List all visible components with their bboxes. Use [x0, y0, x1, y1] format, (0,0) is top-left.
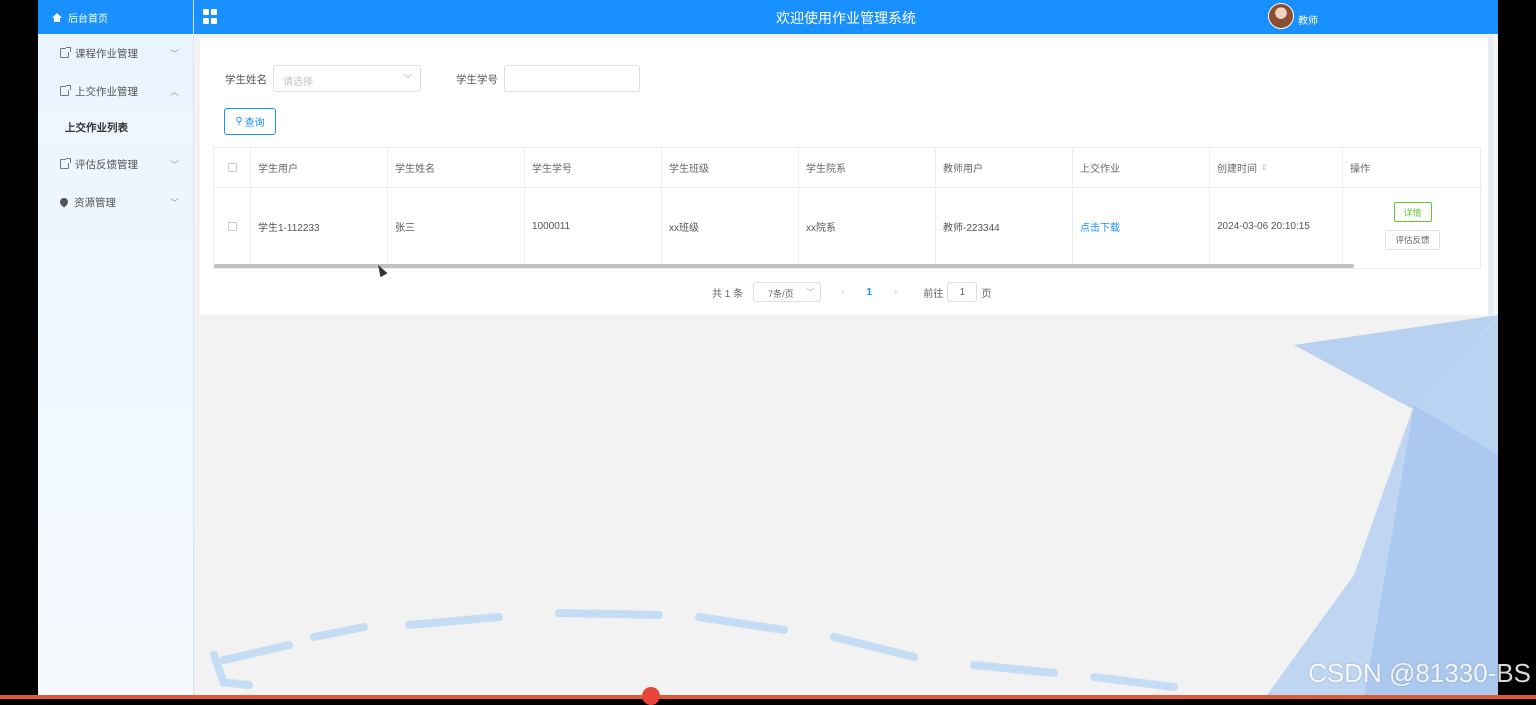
- sidebar-home-label: 后台首页: [68, 10, 108, 25]
- table-header-row: 学生用户 学生姓名 学生学号 学生班级 学生院系 教师用户 上交作业 创建时间 …: [214, 148, 1482, 188]
- page-number-current[interactable]: 1: [866, 287, 872, 298]
- video-progress-bar[interactable]: [0, 695, 1536, 699]
- select-all-checkbox[interactable]: [228, 163, 237, 172]
- user-name[interactable]: 教师: [1298, 12, 1318, 27]
- sidebar: 后台首页 课程作业管理 ﹀ 上交作业管理 ︿ 上交作业列表 评估反馈管理 ﹀ 资…: [38, 0, 194, 699]
- document-icon: [60, 159, 69, 169]
- column-header: 学生班级: [662, 148, 799, 187]
- search-icon: ⚲: [235, 116, 242, 127]
- detail-button[interactable]: 详情: [1394, 202, 1432, 222]
- document-icon: [60, 86, 69, 96]
- column-header: 教师用户: [936, 148, 1073, 187]
- sidebar-item-course-homework[interactable]: 课程作业管理 ﹀: [38, 34, 193, 72]
- top-bar: 欢迎使用作业管理系统 教师: [194, 0, 1498, 34]
- content-card: 学生姓名 请选择 ﹀ 学生学号 ⚲ 查询 学生用户 学生姓名 学生学号 学生班级…: [200, 38, 1495, 315]
- home-icon: [52, 13, 62, 18]
- row-checkbox[interactable]: [228, 222, 237, 231]
- column-header: 学生姓名: [388, 148, 525, 187]
- prev-page-icon[interactable]: ‹: [841, 287, 844, 298]
- select-placeholder: 请选择: [283, 77, 313, 88]
- student-id-input[interactable]: [504, 65, 640, 92]
- pagination: 共 1 条 7条/页 ﹀ ‹ 1 › 前往 1 页: [712, 282, 991, 302]
- sidebar-item-label: 评估反馈管理: [75, 157, 164, 172]
- page-size-value: 7条/页: [768, 289, 794, 299]
- sort-icon[interactable]: ⇕: [1261, 163, 1268, 172]
- query-button[interactable]: ⚲ 查询: [224, 108, 276, 135]
- chevron-down-icon: ﹀: [170, 47, 179, 60]
- background-decoration: [194, 315, 1498, 699]
- chevron-down-icon: ﹀: [806, 287, 814, 298]
- watermark: CSDN @81330-BS: [1308, 658, 1531, 689]
- chevron-up-icon: ︿: [170, 85, 179, 98]
- chevron-down-icon: ﹀: [170, 158, 179, 171]
- cell-student-class: xx班级: [662, 188, 799, 264]
- cell-created: 2024-03-06 20:10:15: [1210, 188, 1343, 264]
- sidebar-item-resources[interactable]: 资源管理 ﹀: [38, 183, 193, 221]
- sidebar-item-submitted-homework[interactable]: 上交作业管理 ︿: [38, 72, 193, 110]
- cell-student-name: 张三: [388, 188, 525, 264]
- select-all-cell: [214, 148, 251, 187]
- sidebar-item-label: 课程作业管理: [75, 46, 164, 61]
- row-select-cell: [214, 188, 251, 264]
- column-header-created[interactable]: 创建时间 ⇕: [1210, 148, 1343, 187]
- column-header: 上交作业: [1073, 148, 1210, 187]
- sidebar-item-label: 上交作业管理: [75, 84, 164, 99]
- cell-teacher-user: 教师-223344: [936, 188, 1073, 264]
- query-button-label: 查询: [245, 114, 265, 129]
- student-name-select[interactable]: 请选择 ﹀: [273, 65, 421, 92]
- submissions-table: 学生用户 学生姓名 学生学号 学生班级 学生院系 教师用户 上交作业 创建时间 …: [213, 147, 1481, 269]
- cell-student-user: 学生1-112233: [251, 188, 388, 264]
- sidebar-item-label: 资源管理: [74, 195, 164, 210]
- sidebar-subitem-submitted-list[interactable]: 上交作业列表: [38, 110, 193, 145]
- student-name-label: 学生姓名: [225, 72, 267, 87]
- goto-page-input[interactable]: 1: [947, 282, 977, 302]
- sidebar-item-home[interactable]: 后台首页: [38, 0, 193, 34]
- sidebar-item-evaluation-feedback[interactable]: 评估反馈管理 ﹀: [38, 145, 193, 183]
- cell-student-dept: xx院系: [799, 188, 936, 264]
- avatar[interactable]: [1268, 3, 1294, 29]
- download-link[interactable]: 点击下载: [1080, 219, 1120, 234]
- goto-label: 前往: [923, 285, 943, 300]
- evaluate-feedback-button[interactable]: 评估反馈: [1385, 230, 1440, 250]
- page-size-select[interactable]: 7条/页 ﹀: [753, 282, 821, 302]
- next-page-icon[interactable]: ›: [894, 287, 897, 298]
- pagination-total: 共 1 条: [712, 285, 743, 300]
- table-row: 学生1-112233 张三 1000011 xx班级 xx院系 教师-22334…: [214, 188, 1482, 264]
- cell-student-id: 1000011: [525, 188, 662, 264]
- cell-homework: 点击下载: [1073, 188, 1210, 264]
- document-icon: [60, 48, 69, 58]
- cell-actions: 详情 评估反馈: [1343, 188, 1482, 264]
- column-header-label: 创建时间: [1217, 160, 1257, 175]
- student-id-label: 学生学号: [456, 72, 498, 87]
- location-pin-icon: [58, 196, 69, 207]
- table-horizontal-scrollbar[interactable]: [214, 264, 1354, 268]
- column-header: 学生学号: [525, 148, 662, 187]
- page-suffix: 页: [981, 285, 991, 300]
- chevron-down-icon: ﹀: [170, 196, 179, 209]
- app-screen: 后台首页 课程作业管理 ﹀ 上交作业管理 ︿ 上交作业列表 评估反馈管理 ﹀ 资…: [38, 0, 1498, 699]
- column-header: 学生用户: [251, 148, 388, 187]
- column-header: 操作: [1343, 148, 1482, 187]
- column-header: 学生院系: [799, 148, 936, 187]
- progress-handle[interactable]: [642, 687, 660, 705]
- chevron-down-icon: ﹀: [403, 72, 412, 85]
- page-vertical-scrollbar[interactable]: [1488, 36, 1494, 316]
